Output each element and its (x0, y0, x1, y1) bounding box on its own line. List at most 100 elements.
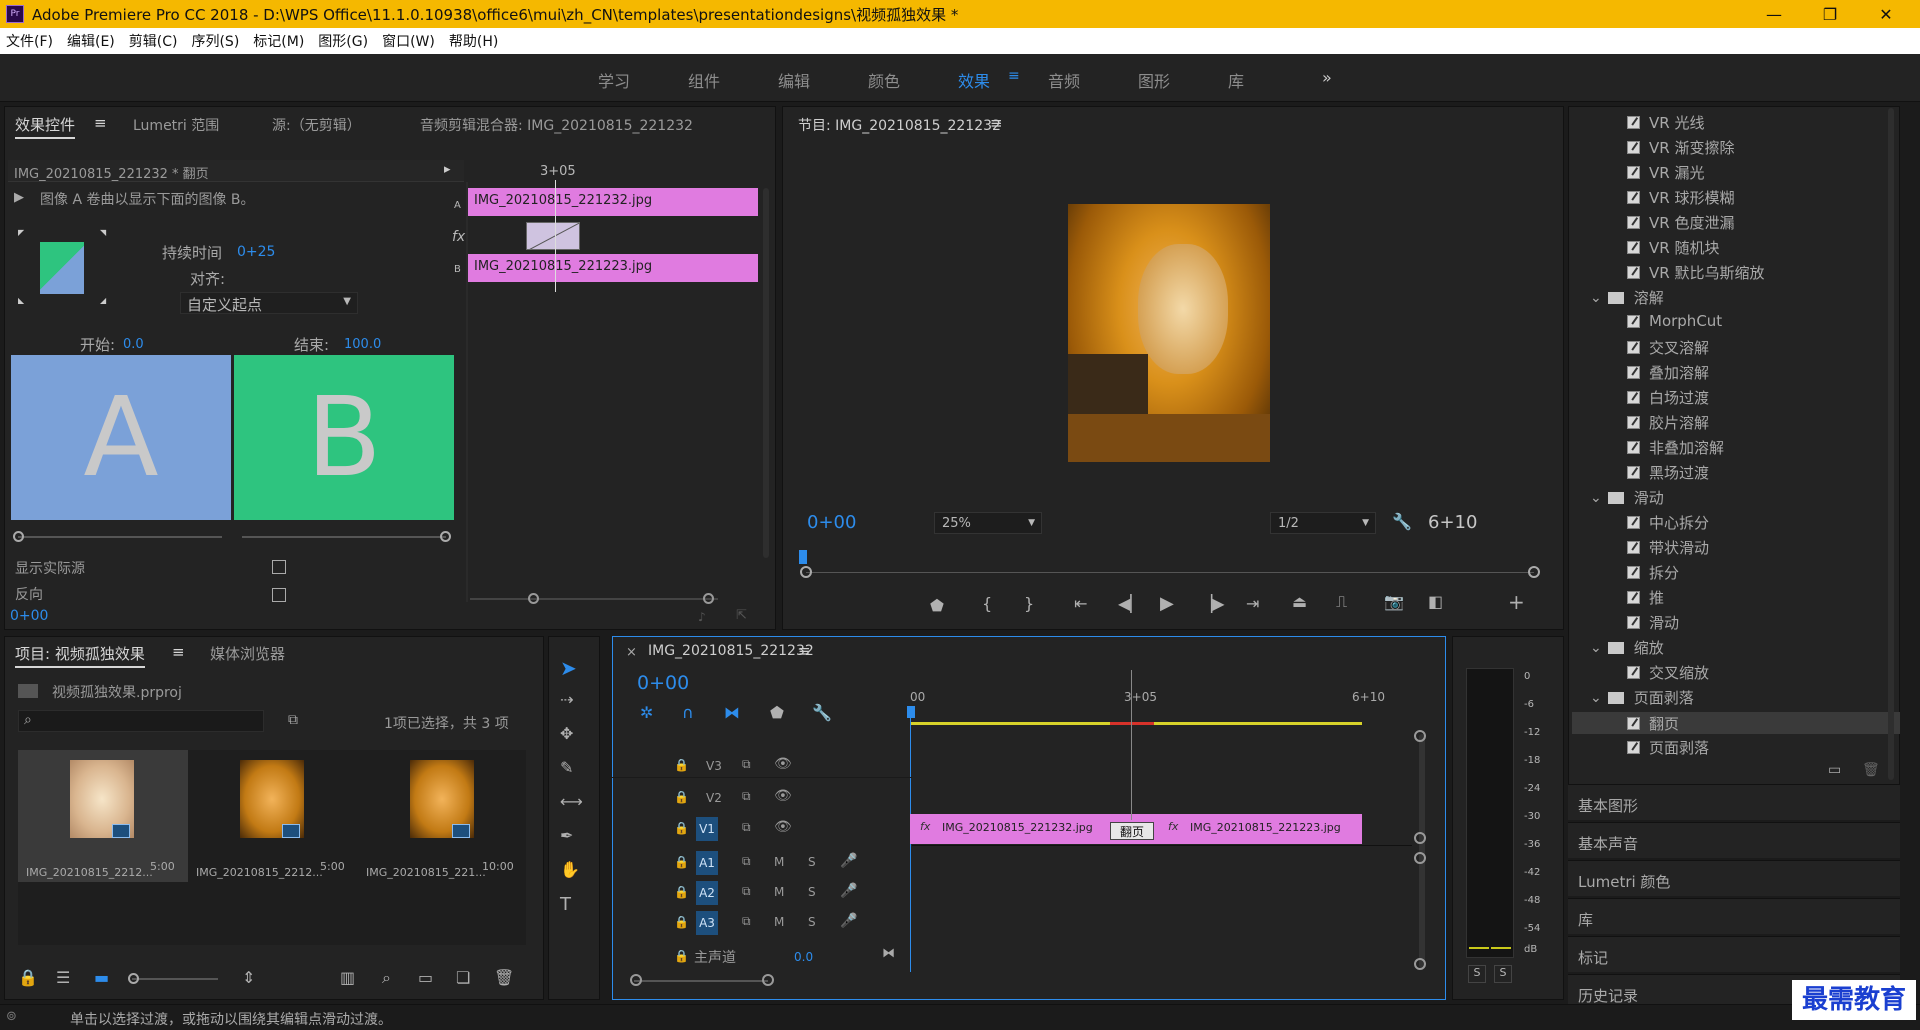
mute-button[interactable]: M (774, 885, 784, 899)
section-libraries[interactable]: 库 (1568, 898, 1900, 934)
timeline-playhead-handle[interactable] (907, 706, 915, 718)
solo-left-button[interactable]: S (1468, 965, 1486, 983)
clip-2-label[interactable]: IMG_20210815_221223.jpg (1190, 821, 1341, 834)
effects-item[interactable]: 胶片溶解 (1627, 412, 1709, 433)
effects-item[interactable]: 白场过渡 (1627, 387, 1709, 408)
track-target-a1[interactable]: A1 (696, 851, 718, 875)
expand-arrow-icon[interactable]: ▶ (14, 190, 24, 205)
mini-playhead[interactable] (555, 180, 556, 292)
solo-right-button[interactable]: S (1494, 965, 1512, 983)
start-slider[interactable] (18, 536, 222, 538)
add-marker-icon[interactable]: ⬟ (930, 596, 944, 615)
sequence-title[interactable]: IMG_20210815_221232 (648, 643, 814, 659)
menu-sequence[interactable]: 序列(S) (191, 31, 239, 51)
workspace-color[interactable]: 颜色 (868, 68, 900, 92)
new-bin-from-search-icon[interactable]: ⧉ (288, 712, 298, 728)
icon-view-icon[interactable]: ▬ (94, 968, 109, 987)
vscroll-handle-mid2[interactable] (1414, 852, 1426, 864)
list-view-icon[interactable]: ☰ (56, 968, 70, 987)
menu-window[interactable]: 窗口(W) (382, 31, 435, 51)
effects-item[interactable]: VR 默比乌斯缩放 (1627, 262, 1764, 283)
eye-icon[interactable]: 👁 (774, 756, 792, 772)
effects-item[interactable]: 交叉溶解 (1627, 337, 1709, 358)
project-search-input[interactable]: ⌕ (18, 710, 264, 732)
go-to-out-icon[interactable]: ⇥ (1246, 594, 1259, 613)
start-value[interactable]: 0.0 (123, 337, 144, 352)
close-sequence-icon[interactable]: × (626, 645, 637, 660)
effect-controls-timecode[interactable]: 0+00 (10, 608, 48, 624)
lock-icon[interactable]: 🔒 (674, 790, 689, 804)
workspace-menu-icon[interactable]: ≡ (1008, 68, 1020, 84)
track-target-a3[interactable]: A3 (696, 911, 718, 935)
sync-lock-icon[interactable]: ⧉ (742, 884, 751, 899)
corner-arrow-ne-icon[interactable]: ◥ (100, 228, 106, 237)
project-item[interactable]: IMG_20210815_221... 10:00 (358, 750, 528, 882)
minimize-button[interactable]: — (1746, 0, 1802, 28)
microphone-icon[interactable]: 🎤 (840, 913, 857, 929)
effects-item[interactable]: VR 光线 (1627, 112, 1704, 133)
step-back-icon[interactable]: ◀▏ (1118, 594, 1143, 613)
tab-lumetri-scopes[interactable]: Lumetri 范围 (133, 115, 219, 135)
hscroll-handle-left[interactable] (630, 974, 642, 986)
effects-folder[interactable]: ⌄ 页面剥落 (1590, 687, 1694, 708)
sync-lock-icon[interactable]: ⧉ (742, 789, 751, 804)
program-monitor-title[interactable]: 节目: IMG_20210815_221232 (798, 115, 1001, 135)
close-button[interactable]: ✕ (1858, 0, 1914, 28)
thumbnail-size-slider[interactable] (132, 978, 218, 980)
workspace-more-button[interactable]: » (1322, 68, 1332, 87)
section-lumetri-color[interactable]: Lumetri 颜色 (1568, 860, 1900, 896)
effects-item[interactable]: VR 渐变擦除 (1627, 137, 1734, 158)
timeline-vertical-scrollbar[interactable] (1419, 734, 1425, 968)
project-item[interactable]: IMG_20210815_2212... 5:00 (188, 750, 358, 882)
transition-flip-page[interactable]: 翻页 (1110, 822, 1154, 840)
add-button-icon[interactable]: + (1508, 590, 1525, 614)
new-custom-bin-icon[interactable]: ▭ (1828, 762, 1841, 778)
track-target-a2[interactable]: A2 (696, 881, 718, 905)
trash-icon[interactable]: 🗑 (494, 968, 514, 987)
align-dropdown[interactable]: 自定义起点 ▼ (180, 292, 358, 314)
program-menu-icon[interactable]: ≡ (990, 114, 1003, 132)
mini-clip-b[interactable]: IMG_20210815_221223.jpg (468, 254, 758, 282)
lock-icon[interactable]: 🔒 (674, 949, 689, 963)
effects-scrollbar[interactable] (1888, 108, 1894, 780)
razor-tool-icon[interactable]: ✎ (560, 758, 573, 777)
mini-clip-a[interactable]: IMG_20210815_221232.jpg (468, 188, 758, 216)
tab-project[interactable]: 项目: 视频孤独效果 (15, 643, 145, 668)
linked-selection-icon[interactable]: ⧓ (724, 703, 740, 722)
workspace-graphics[interactable]: 图形 (1138, 68, 1170, 92)
program-timecode[interactable]: 0+00 (807, 512, 856, 533)
timeline-marker-icon[interactable]: ⬟ (770, 703, 784, 722)
timeline-settings-wrench-icon[interactable]: 🔧 (812, 703, 832, 722)
program-zoom-handle-right[interactable] (1528, 566, 1540, 578)
section-essential-graphics[interactable]: 基本图形 (1568, 784, 1900, 820)
go-to-in-icon[interactable]: ⇤ (1074, 594, 1087, 613)
workspace-editing[interactable]: 编辑 (778, 68, 810, 92)
zoom-dropdown[interactable]: 25% ▼ (934, 512, 1042, 534)
effects-item[interactable]: 带状滑动 (1627, 537, 1709, 558)
effects-item[interactable]: 叠加溶解 (1627, 362, 1709, 383)
start-slider-handle[interactable] (13, 531, 24, 542)
program-scrubber[interactable] (806, 572, 1534, 573)
timeline-timecode[interactable]: 0+00 (637, 672, 689, 694)
program-video-frame[interactable] (1068, 204, 1270, 462)
vscroll-handle-bottom[interactable] (1414, 958, 1426, 970)
effects-folder[interactable]: ⌄ 缩放 (1590, 637, 1664, 658)
eye-icon[interactable]: 👁 (774, 788, 792, 804)
hscroll-handle-right[interactable] (762, 974, 774, 986)
solo-button[interactable]: S (808, 915, 816, 929)
effects-folder[interactable]: ⌄ 滑动 (1590, 487, 1664, 508)
corner-arrow-sw-icon[interactable]: ◣ (18, 296, 24, 305)
workspace-libraries[interactable]: 库 (1228, 68, 1244, 92)
comparison-view-icon[interactable]: ◧ (1428, 592, 1443, 611)
hand-tool-icon[interactable]: ✋ (560, 860, 580, 879)
mini-transition[interactable] (526, 222, 580, 250)
tab-source[interactable]: 源:（无剪辑） (272, 115, 361, 135)
sync-lock-icon[interactable]: ⧉ (742, 820, 751, 835)
effects-item[interactable]: 交叉缩放 (1627, 662, 1709, 683)
timeline-menu-icon[interactable]: ≡ (798, 642, 811, 660)
corner-arrow-nw-icon[interactable]: ◤ (18, 228, 24, 237)
track-target-v1[interactable]: V1 (696, 817, 718, 841)
chevron-down-icon[interactable]: ⌄ (1590, 690, 1602, 706)
effects-folder[interactable]: ⌄ 溶解 (1590, 287, 1664, 308)
reverse-checkbox[interactable] (272, 588, 286, 602)
